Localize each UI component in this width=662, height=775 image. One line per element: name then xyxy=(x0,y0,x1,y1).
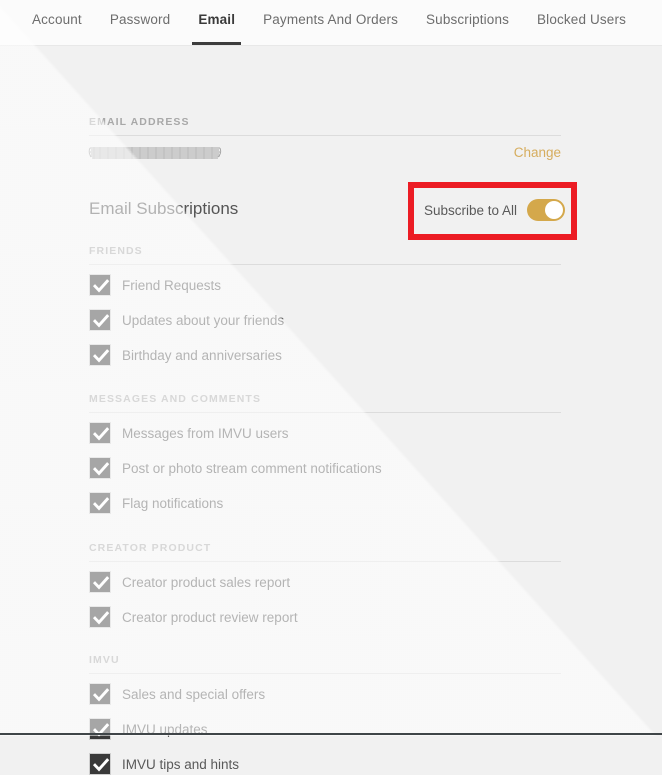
tab-list: Account Password Email Payments And Orders S… xyxy=(0,0,662,45)
subscription-row[interactable]: Messages from IMVU users xyxy=(89,422,289,444)
group-label-friends: FRIENDS xyxy=(89,245,143,257)
email-address-section-label: EMAIL ADDRESS xyxy=(89,116,190,128)
checkbox-checked-icon[interactable] xyxy=(89,683,111,705)
settings-tab-bar: Account Password Email Payments And Orders S… xyxy=(0,0,662,46)
checkbox-checked-icon[interactable] xyxy=(89,422,111,444)
subscription-row[interactable]: Birthday and anniversaries xyxy=(89,344,282,366)
subscription-label: Updates about your friends xyxy=(122,312,285,328)
checkbox-checked-icon[interactable] xyxy=(89,457,111,479)
subscription-label: Creator product sales report xyxy=(122,574,291,590)
group-label-messages-and-comments: MESSAGES AND COMMENTS xyxy=(89,393,262,405)
subscription-label: Sales and special offers xyxy=(122,686,266,702)
subscription-label: Birthday and anniversaries xyxy=(122,347,282,363)
group-label-imvu: IMVU xyxy=(89,654,120,666)
subscription-row[interactable]: Updates about your friends xyxy=(89,309,284,331)
tab-payments-and-orders[interactable]: Payments And Orders xyxy=(249,0,412,45)
subscription-row[interactable]: Post or photo stream comment notificatio… xyxy=(89,457,382,479)
change-email-link[interactable]: Change xyxy=(514,145,561,160)
subscription-label: Messages from IMVU users xyxy=(122,425,289,441)
group-divider xyxy=(89,264,561,265)
checkbox-checked-icon[interactable] xyxy=(89,344,111,366)
group-divider xyxy=(89,412,561,413)
subscription-row[interactable]: Flag notifications xyxy=(89,492,223,514)
subscription-row[interactable]: IMVU tips and hints xyxy=(89,753,239,775)
tab-password[interactable]: Password xyxy=(96,0,184,45)
checkbox-checked-icon[interactable] xyxy=(89,753,111,775)
subscribe-to-all-label: Subscribe to All xyxy=(424,203,518,218)
checkbox-checked-icon[interactable] xyxy=(89,606,111,628)
redacted-email-address xyxy=(88,147,222,159)
group-divider xyxy=(89,561,561,562)
email-address-divider xyxy=(89,135,561,136)
subscription-row[interactable]: Sales and special offers xyxy=(89,683,265,705)
checkbox-checked-icon[interactable] xyxy=(89,718,111,740)
subscription-label: Creator product review report xyxy=(122,609,298,625)
tab-blocked-users[interactable]: Blocked Users xyxy=(523,0,640,45)
checkbox-checked-icon[interactable] xyxy=(89,492,111,514)
toggle-knob xyxy=(545,201,563,219)
tab-subscriptions[interactable]: Subscriptions xyxy=(412,0,523,45)
checkbox-checked-icon[interactable] xyxy=(89,274,111,296)
subscription-label: Friend Requests xyxy=(122,277,222,293)
group-divider xyxy=(89,673,561,674)
tab-email[interactable]: Email xyxy=(184,0,249,45)
tab-account[interactable]: Account xyxy=(18,0,96,45)
subscription-row[interactable]: IMVU updates xyxy=(89,718,208,740)
subscription-label: Flag notifications xyxy=(122,495,224,511)
subscribe-to-all-toggle[interactable] xyxy=(527,199,565,221)
group-label-creator-product: CREATOR PRODUCT xyxy=(89,542,212,554)
subscription-row[interactable]: Creator product sales report xyxy=(89,571,290,593)
page-title: Email Subscriptions xyxy=(89,199,239,218)
subscription-label: IMVU tips and hints xyxy=(122,756,240,772)
subscription-row[interactable]: Creator product review report xyxy=(89,606,298,628)
checkbox-checked-icon[interactable] xyxy=(89,571,111,593)
subscription-row[interactable]: Friend Requests xyxy=(89,274,221,296)
checkbox-checked-icon[interactable] xyxy=(89,309,111,331)
subscription-label: Post or photo stream comment notificatio… xyxy=(122,460,382,476)
bottom-edge-rule xyxy=(0,733,662,735)
